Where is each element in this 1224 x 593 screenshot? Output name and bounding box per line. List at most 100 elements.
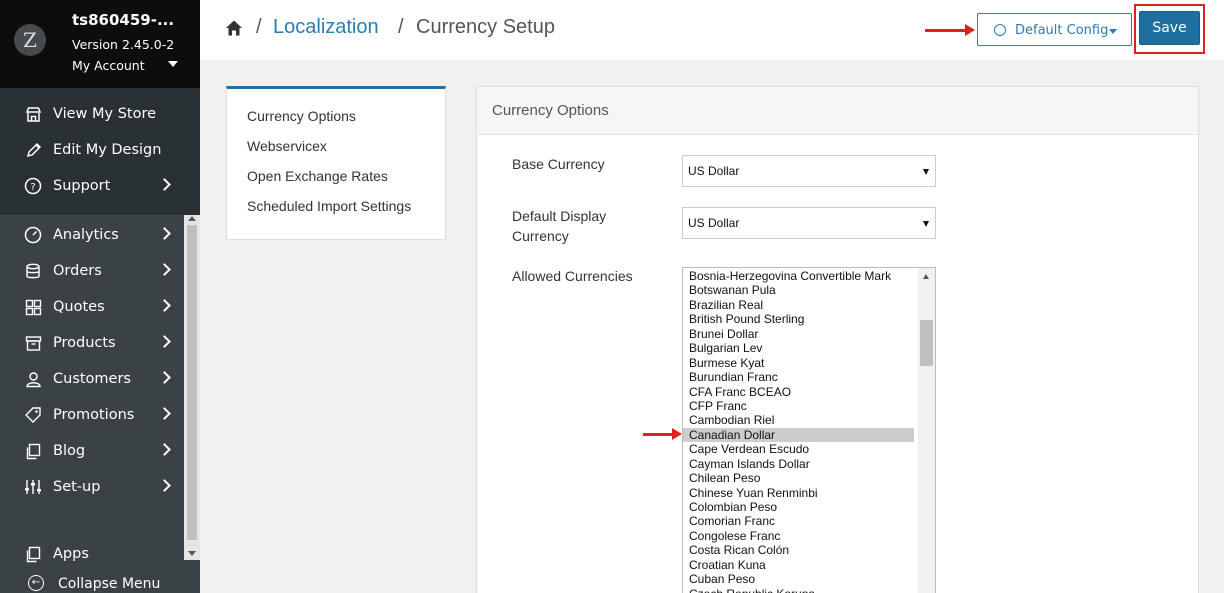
collapse-menu-label: Collapse Menu: [58, 576, 161, 592]
sidebar: Z ts860459-... Version 2.45.0-2 My Accou…: [0, 0, 200, 593]
collapse-menu-button[interactable]: ← Collapse Menu: [0, 572, 184, 593]
scroll-up-icon[interactable]: [188, 216, 196, 221]
chevron-right-icon: [158, 335, 171, 348]
base-currency-select[interactable]: US Dollar: [682, 155, 936, 187]
save-button[interactable]: Save: [1139, 11, 1200, 45]
currency-option[interactable]: Brunei Dollar: [683, 327, 914, 341]
sidebar-item-apps[interactable]: Apps: [0, 536, 184, 572]
allowed-currencies-listbox[interactable]: Bosnia-Herzegovina Convertible Mark Botsw…: [682, 267, 936, 593]
allowed-currencies-label: Allowed Currencies: [512, 268, 633, 284]
annotation-arrow: [643, 428, 682, 440]
arrow-left-circle-icon: ←: [28, 575, 44, 591]
currency-option[interactable]: Canadian Dollar: [683, 427, 914, 443]
chevron-right-icon: [158, 443, 171, 456]
save-highlight-box: Save: [1134, 4, 1205, 54]
subnav-item-webservicex[interactable]: Webservicex: [227, 138, 445, 168]
scroll-down-icon[interactable]: [188, 551, 196, 556]
breadcrumb-separator: /: [398, 16, 404, 38]
user-icon: [24, 370, 42, 388]
currency-option[interactable]: Bosnia-Herzegovina Convertible Mark: [683, 269, 914, 283]
store-name: ts860459-...: [72, 11, 175, 29]
currency-option[interactable]: Colombian Peso: [683, 500, 914, 514]
sidebar-item-edit-my-design[interactable]: Edit My Design: [0, 132, 200, 168]
currency-option[interactable]: Czech Republic Koruna: [683, 587, 914, 593]
currency-option[interactable]: Congolese Franc: [683, 529, 914, 543]
currency-option[interactable]: Cape Verdean Escudo: [683, 442, 914, 456]
copy-icon: [24, 442, 42, 460]
label-line: Currency: [512, 228, 569, 244]
sidebar-item-analytics[interactable]: Analytics: [0, 217, 200, 253]
sidebar-scrollbar[interactable]: [184, 215, 200, 560]
currency-option[interactable]: CFP Franc: [683, 399, 914, 413]
chevron-right-icon: [158, 263, 171, 276]
currency-option[interactable]: Chilean Peso: [683, 471, 914, 485]
currency-option[interactable]: Cayman Islands Dollar: [683, 457, 914, 471]
sidebar-item-orders[interactable]: Orders: [0, 253, 200, 289]
caret-down-icon: [923, 169, 929, 175]
caret-down-icon: [923, 221, 929, 227]
base-currency-value: US Dollar: [688, 164, 740, 178]
currency-option[interactable]: Comorian Franc: [683, 514, 914, 528]
default-display-currency-select[interactable]: US Dollar: [682, 207, 936, 239]
sidebar-item-label: Customers: [53, 371, 131, 387]
sidebar-main-section: Analytics Orders Quotes Products Custome…: [0, 215, 200, 505]
sidebar-top-section: View My Store Edit My Design ? Support: [0, 88, 200, 215]
tag-icon: [24, 406, 42, 424]
sidebar-item-support[interactable]: ? Support: [0, 168, 200, 204]
gauge-icon: [24, 226, 42, 244]
database-icon: [24, 262, 42, 280]
default-config-label: Default Config: [1015, 23, 1109, 38]
logo-icon[interactable]: Z: [14, 24, 46, 56]
scroll-up-icon[interactable]: [923, 274, 929, 279]
subnav-item-currency-options[interactable]: Currency Options: [227, 108, 445, 138]
currency-option[interactable]: Burmese Kyat: [683, 356, 914, 370]
sidebar-item-label: Apps: [53, 546, 89, 562]
currency-option[interactable]: British Pound Sterling: [683, 312, 914, 326]
sidebar-item-label: Orders: [53, 263, 102, 279]
sidebar-item-label: Support: [53, 178, 111, 194]
chevron-right-icon: [158, 479, 171, 492]
apps-icon: [24, 545, 42, 563]
currency-option[interactable]: Cuban Peso: [683, 572, 914, 586]
my-account-link[interactable]: My Account: [72, 58, 145, 73]
sliders-icon: [24, 478, 42, 496]
sidebar-apps-section: Apps: [0, 536, 184, 572]
currency-option[interactable]: Brazilian Real: [683, 298, 914, 312]
scroll-thumb[interactable]: [187, 225, 197, 540]
chevron-right-icon: [158, 227, 171, 240]
sidebar-item-customers[interactable]: Customers: [0, 361, 200, 397]
currency-option[interactable]: Botswanan Pula: [683, 283, 914, 297]
subnav-item-scheduled-import-settings[interactable]: Scheduled Import Settings: [227, 198, 445, 228]
breadcrumb-localization-link[interactable]: Localization: [273, 16, 379, 39]
currency-subnav: Currency Options Webservicex Open Exchan…: [226, 86, 446, 240]
sidebar-item-products[interactable]: Products: [0, 325, 200, 361]
currency-option[interactable]: Bulgarian Lev: [683, 341, 914, 355]
sidebar-item-set-up[interactable]: Set-up: [0, 469, 200, 505]
default-config-dropdown[interactable]: Default Config: [977, 13, 1132, 46]
currency-option[interactable]: Croatian Kuna: [683, 558, 914, 572]
store-icon: [24, 105, 42, 123]
sidebar-item-label: Promotions: [53, 407, 135, 423]
caret-down-icon[interactable]: [168, 61, 178, 67]
caret-down-icon: [1109, 29, 1117, 34]
sidebar-item-label: Blog: [53, 443, 86, 459]
currency-option[interactable]: Chinese Yuan Renminbi: [683, 486, 914, 500]
sidebar-item-quotes[interactable]: Quotes: [0, 289, 200, 325]
sidebar-item-promotions[interactable]: Promotions: [0, 397, 200, 433]
sidebar-item-blog[interactable]: Blog: [0, 433, 200, 469]
currency-option[interactable]: Burundian Franc: [683, 370, 914, 384]
listbox-scrollbar[interactable]: [918, 268, 935, 593]
currency-option[interactable]: Cambodian Riel: [683, 413, 914, 427]
subnav-item-open-exchange-rates[interactable]: Open Exchange Rates: [227, 168, 445, 198]
currency-option[interactable]: Costa Rican Colón: [683, 543, 914, 557]
sidebar-item-view-my-store[interactable]: View My Store: [0, 96, 200, 132]
home-icon[interactable]: [225, 19, 243, 37]
currency-options-panel: Currency Options Base Currency US Dollar…: [476, 86, 1199, 593]
scroll-thumb[interactable]: [920, 320, 933, 366]
base-currency-label: Base Currency: [512, 156, 605, 172]
sidebar-item-label: Analytics: [53, 227, 119, 243]
annotation-arrow: [925, 24, 975, 36]
top-bar: / Localization / Currency Setup Default …: [200, 0, 1224, 60]
currency-option[interactable]: CFA Franc BCEAO: [683, 385, 914, 399]
box-icon: [24, 334, 42, 352]
